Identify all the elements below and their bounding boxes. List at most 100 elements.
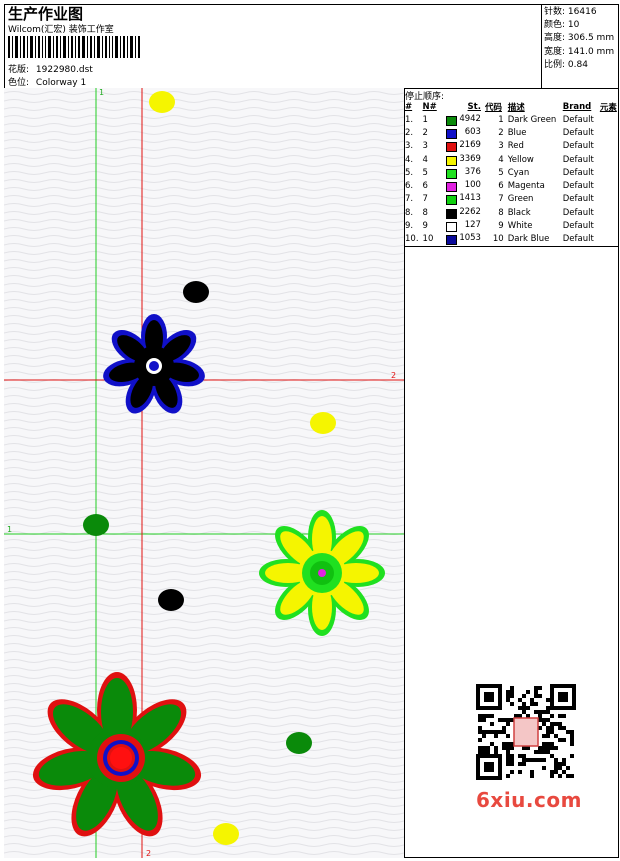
stitch-count: 603 xyxy=(464,126,481,137)
row-stitches: 2169 xyxy=(444,140,483,153)
row-code: 4 xyxy=(498,154,504,165)
row-description: Magenta xyxy=(507,181,545,192)
row-needle: 5 xyxy=(422,167,428,178)
row-description: Dark Green xyxy=(507,114,557,125)
table-row: 10. 10 1053 10 Dark Blue Default xyxy=(403,233,620,246)
green-dot xyxy=(83,514,109,536)
row-element xyxy=(598,126,620,139)
col-index: # xyxy=(405,101,413,112)
row-brand: Default xyxy=(562,181,594,192)
row-stitches: 1413 xyxy=(444,193,483,206)
row-stitches: 100 xyxy=(444,179,483,193)
row-description: Blue xyxy=(507,127,527,138)
stitch-count: 1053 xyxy=(459,233,481,244)
table-row: 7. 7 1413 7 Green Default xyxy=(403,193,620,206)
color-swatch xyxy=(446,222,458,233)
color-swatch xyxy=(446,142,458,153)
row-brand: Default xyxy=(562,194,594,205)
col-element: 元素 xyxy=(599,102,617,113)
table-row: 3. 3 2169 3 Red Default xyxy=(403,140,620,153)
design-file-row: 花版: 1922980.dst xyxy=(8,62,93,75)
row-brand: Default xyxy=(562,234,594,245)
table-row: 5. 5 376 5 Cyan Default xyxy=(403,166,620,179)
row-index: 8. xyxy=(405,207,414,218)
yellow-dot xyxy=(310,412,336,434)
color-swatch xyxy=(446,208,458,219)
row-element xyxy=(598,219,620,232)
row-brand: Default xyxy=(562,221,594,232)
design-stats: 针数: 16416 颜色: 10 高度: 306.5 mm 宽度: 141.0 … xyxy=(544,6,614,72)
guide-label-v1: 1 xyxy=(99,88,104,97)
stitch-count: 2169 xyxy=(459,140,481,151)
header-divider xyxy=(541,4,542,89)
qr-center-stamp xyxy=(513,717,539,747)
table-bottom-border xyxy=(405,246,619,247)
row-description: Green xyxy=(507,194,534,205)
row-brand: Default xyxy=(562,207,594,218)
row-brand: Default xyxy=(562,167,594,178)
table-row: 6. 6 100 6 Magenta Default xyxy=(403,179,620,193)
row-brand: Default xyxy=(562,114,594,125)
stitch-count: 127 xyxy=(464,220,481,231)
row-needle: 3 xyxy=(422,141,428,152)
row-needle: 6 xyxy=(422,181,428,192)
row-code: 3 xyxy=(498,141,504,152)
row-brand: Default xyxy=(562,141,594,152)
color-swatch xyxy=(446,195,458,206)
yellow-dot xyxy=(149,91,175,113)
design-preview: 1 1 2 2 xyxy=(4,88,405,858)
row-code: 6 xyxy=(498,181,504,192)
stat-scale: 比例: 0.84 xyxy=(544,59,588,70)
yellow-flower xyxy=(259,510,385,636)
row-element xyxy=(598,233,620,246)
row-index: 10. xyxy=(405,234,419,245)
color-swatch xyxy=(446,168,458,179)
guide-label-h2: 2 xyxy=(391,371,396,380)
row-brand: Default xyxy=(562,127,594,138)
table-row: 4. 4 3369 4 Yellow Default xyxy=(403,153,620,166)
row-index: 4. xyxy=(405,154,414,165)
col-description: 描述 xyxy=(507,102,525,113)
stop-sequence-table: # N# St. 代码 描述 Brand 元素 1. 1 4942 1 Dark Gre… xyxy=(403,100,620,246)
design-file-label: 花版: xyxy=(8,65,30,75)
fabric-texture xyxy=(4,88,404,858)
colorway-label: 色位: xyxy=(8,78,30,88)
col-stitches: St. xyxy=(467,101,481,112)
row-element xyxy=(598,179,620,192)
row-needle: 10 xyxy=(422,234,434,245)
row-code: 1 xyxy=(498,114,504,125)
row-code: 8 xyxy=(498,207,504,218)
row-stitches: 376 xyxy=(444,166,483,179)
row-description: Black xyxy=(507,207,531,218)
stitch-count: 4942 xyxy=(459,113,481,124)
row-description: White xyxy=(507,221,533,232)
table-row: 8. 8 2262 8 Black Default xyxy=(403,206,620,219)
row-code: 9 xyxy=(498,221,504,232)
table-row: 9. 9 127 9 White Default xyxy=(403,219,620,233)
row-brand: Default xyxy=(562,154,594,165)
row-index: 1. xyxy=(405,114,414,125)
colorway-row: 色位: Colorway 1 xyxy=(8,75,86,88)
row-description: Yellow xyxy=(507,154,534,165)
row-element xyxy=(598,140,620,153)
guide-label-h1: 1 xyxy=(7,525,12,534)
row-stitches: 127 xyxy=(444,219,483,233)
stat-stitches: 针数: 16416 xyxy=(544,7,597,17)
row-index: 7. xyxy=(405,194,414,205)
row-index: 2. xyxy=(405,127,414,138)
page-title: 生产作业图 xyxy=(8,5,84,23)
row-description: Cyan xyxy=(507,167,530,178)
color-swatch xyxy=(446,235,458,246)
row-code: 7 xyxy=(498,194,504,205)
black-dot xyxy=(158,589,184,611)
yellow-dot xyxy=(213,823,239,845)
row-index: 5. xyxy=(405,167,414,178)
black-dot xyxy=(183,281,209,303)
row-needle: 8 xyxy=(422,207,428,218)
guide-label-v2: 2 xyxy=(146,849,151,858)
row-stitches: 603 xyxy=(444,126,483,139)
row-stitches: 2262 xyxy=(444,206,483,219)
row-needle: 4 xyxy=(422,154,428,165)
barcode-image xyxy=(8,36,140,58)
row-element xyxy=(598,113,620,126)
